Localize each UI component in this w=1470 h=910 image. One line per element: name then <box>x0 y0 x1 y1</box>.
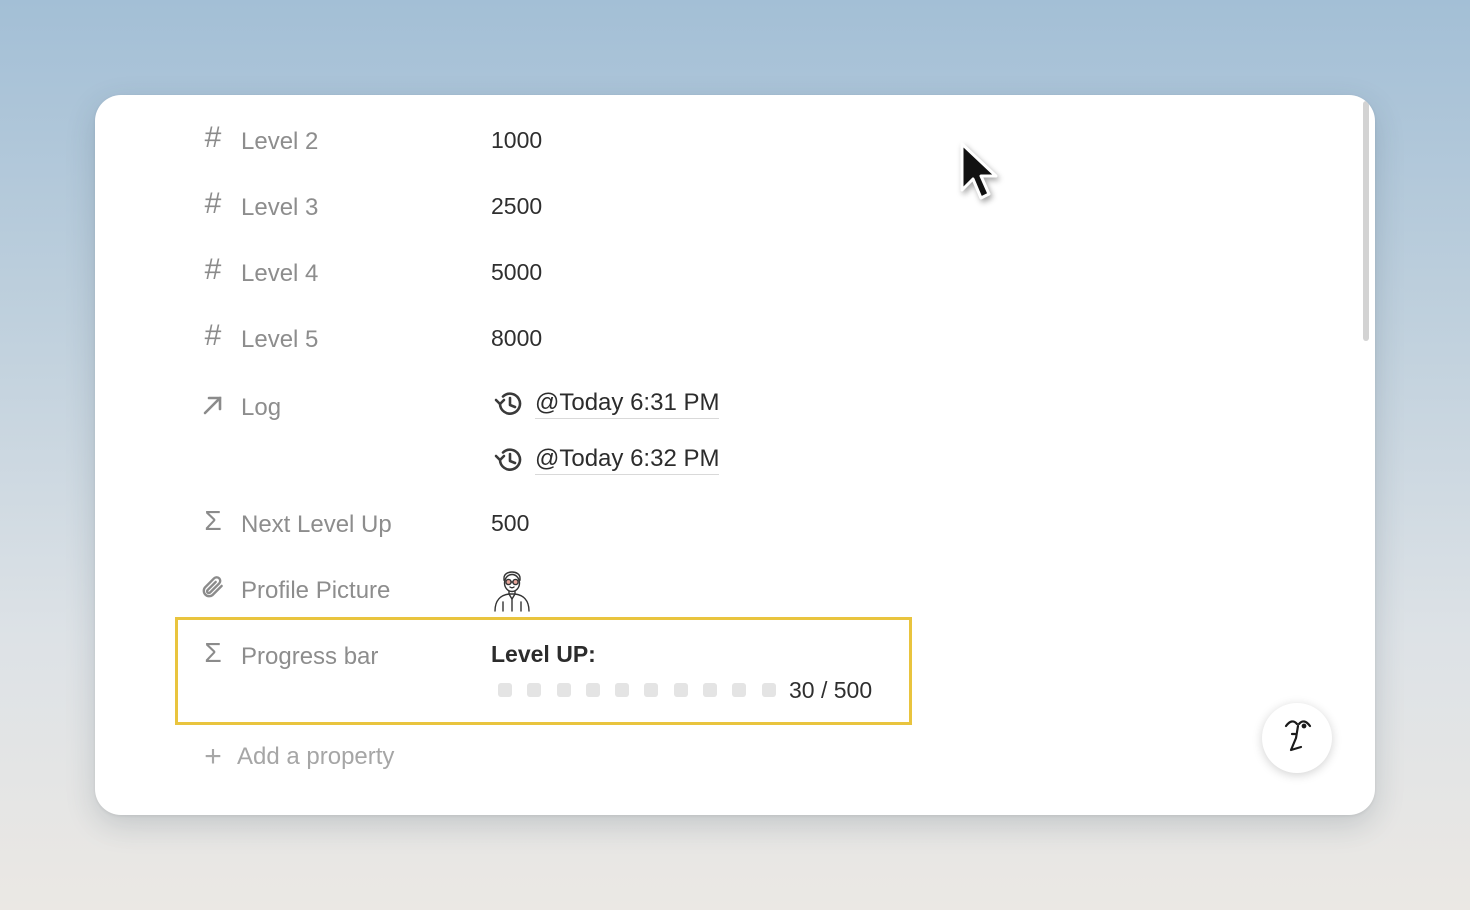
progress-box <box>673 683 688 697</box>
history-icon <box>493 388 525 420</box>
relation-arrow-icon <box>199 391 227 419</box>
property-value: 500 <box>491 510 530 536</box>
progress-box <box>615 683 630 697</box>
property-row-level-4[interactable]: # Level 4 5000 <box>95 252 1095 292</box>
add-property-label: Add a property <box>237 743 395 770</box>
paperclip-icon <box>199 573 227 601</box>
progress-title: Level UP: <box>491 641 596 667</box>
sigma-icon: Σ <box>204 505 222 536</box>
property-row-profile-picture[interactable]: Profile Picture <box>95 569 1095 609</box>
property-row-level-3[interactable]: # Level 3 2500 <box>95 186 1095 226</box>
property-label: Profile Picture <box>241 577 391 604</box>
add-property-button[interactable]: + Add a property <box>199 739 394 775</box>
hash-icon: # <box>204 187 222 220</box>
hash-icon: # <box>204 253 222 286</box>
mouse-cursor-icon <box>960 142 998 200</box>
progress-box <box>556 683 571 697</box>
log-entry-text[interactable]: @Today 6:31 PM <box>535 389 720 419</box>
hash-icon: # <box>204 319 222 352</box>
progress-box <box>585 683 600 697</box>
progress-box <box>761 683 776 697</box>
progress-box <box>703 683 718 697</box>
property-label: Log <box>241 394 282 421</box>
property-label: Next Level Up <box>241 511 392 538</box>
property-row-level-2[interactable]: # Level 2 1000 <box>95 120 1095 160</box>
progress-box <box>498 683 512 697</box>
properties-card: # Level 2 1000 # Level 3 2500 # Level 4 … <box>95 95 1375 815</box>
property-row-level-5[interactable]: # Level 5 8000 <box>95 318 1095 358</box>
property-value[interactable]: 2500 <box>491 193 542 220</box>
log-entry[interactable]: @Today 6:32 PM <box>493 443 720 477</box>
property-value[interactable]: 1000 <box>491 127 542 154</box>
scrollbar[interactable] <box>1363 101 1369 341</box>
notion-ai-face-icon <box>1277 714 1317 763</box>
plus-icon: + <box>204 740 222 773</box>
progress-box <box>527 683 542 697</box>
property-value[interactable]: 5000 <box>491 259 542 286</box>
log-entry[interactable]: @Today 6:31 PM <box>493 387 720 421</box>
log-entry-text[interactable]: @Today 6:32 PM <box>535 445 720 475</box>
progress-count: 30 / 500 <box>789 677 873 703</box>
history-icon <box>493 444 525 476</box>
progress-box <box>644 683 659 697</box>
property-label: Level 4 <box>241 260 319 287</box>
hash-icon: # <box>204 121 222 154</box>
profile-picture-avatar[interactable] <box>489 566 535 612</box>
property-value[interactable]: 8000 <box>491 325 542 352</box>
property-row-next-level-up[interactable]: Σ Next Level Up 500 <box>95 503 1095 543</box>
notion-ai-button[interactable] <box>1262 703 1332 773</box>
progress-box <box>732 683 747 697</box>
property-label: Progress bar <box>241 643 379 670</box>
sigma-icon: Σ <box>204 637 222 668</box>
property-label: Level 3 <box>241 194 319 221</box>
property-label: Level 5 <box>241 326 319 353</box>
progress-boxes <box>498 683 791 697</box>
property-label: Level 2 <box>241 128 319 155</box>
